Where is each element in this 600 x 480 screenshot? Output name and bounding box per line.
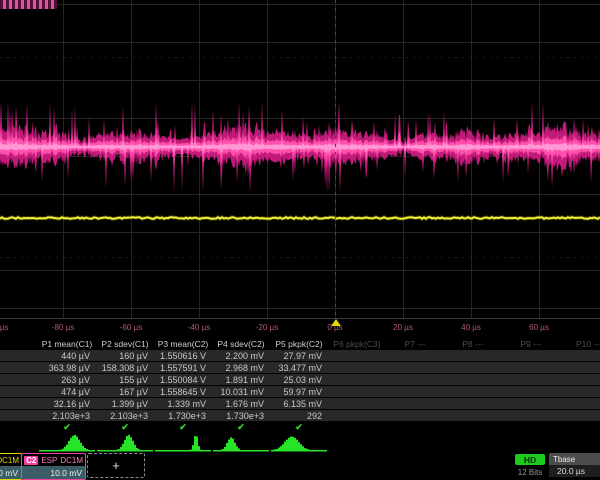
- axis-tick-label: -40 µs: [170, 323, 228, 332]
- axis-tick-label: -60 µs: [102, 323, 160, 332]
- measure-value: 2.200 mV: [212, 351, 270, 361]
- measure-histicon[interactable]: [38, 432, 96, 452]
- measurement-header-row: P1 mean(C1)P2 sdev(C1)P3 mean(C2)P4 sdev…: [0, 337, 600, 350]
- measure-histicon[interactable]: [270, 432, 328, 452]
- measure-column-header[interactable]: P7 ---: [386, 339, 444, 349]
- measure-value: 2.103e+3: [38, 411, 96, 421]
- measure-stat-row: 2.103e+32.103e+31.730e+31.730e+3292: [0, 410, 600, 421]
- measure-stat-row: 32.16 µV1.399 µV1.339 mV1.676 mV6.135 mV: [0, 398, 600, 409]
- time-axis: -100 µs-80 µs-60 µs-40 µs-20 µs0 µs20 µs…: [0, 318, 600, 338]
- timebase-descriptor[interactable]: Tbase 20.0 µs: [549, 453, 600, 478]
- measure-column-header[interactable]: P9 ---: [502, 339, 560, 349]
- measure-value: 1.730e+3: [212, 411, 270, 421]
- measure-value: 167 µV: [96, 387, 154, 397]
- measure-value: 25.03 mV: [270, 375, 328, 385]
- measure-value: 1.891 mV: [212, 375, 270, 385]
- oscilloscope-screen: -100 µs-80 µs-60 µs-40 µs-20 µs0 µs20 µs…: [0, 0, 600, 480]
- measure-value: 263 µV: [38, 375, 96, 385]
- bottom-descriptor-bar: DC1M 10.0 mV C2 ESP DC1M 10.0 mV + HD 12…: [0, 453, 600, 480]
- persistence-row-top: [0, 57, 600, 58]
- measure-value: 474 µV: [38, 387, 96, 397]
- axis-tick-label: -100 µs: [0, 323, 24, 332]
- measurement-stat-rows: 440 µV160 µV1.550616 V2.200 mV27.97 mV36…: [0, 350, 600, 421]
- status-check-icon: ✔: [96, 422, 154, 433]
- waveform-grid[interactable]: [0, 0, 600, 318]
- persistence-row-bottom: [0, 257, 600, 258]
- measure-value: 27.97 mV: [270, 351, 328, 361]
- measure-value: 1.339 mV: [154, 399, 212, 409]
- c2-esp-tag: ESP: [41, 456, 57, 465]
- axis-tick-label: -20 µs: [238, 323, 296, 332]
- measure-column-header[interactable]: P2 sdev(C1): [96, 339, 154, 349]
- timebase-title: Tbase: [549, 453, 600, 465]
- measure-value: 158.308 µV: [96, 363, 154, 373]
- status-check-icon: ✔: [270, 422, 328, 433]
- measure-column-header[interactable]: P5 pkpk(C2): [270, 339, 328, 349]
- measure-column-header[interactable]: P10 ---: [560, 339, 600, 349]
- measure-value: 363.98 µV: [38, 363, 96, 373]
- measure-value: 59.97 mV: [270, 387, 328, 397]
- timebase-value: 20.0 µs: [549, 465, 600, 477]
- axis-tick-label: 60 µs: [510, 323, 568, 332]
- measure-column-header[interactable]: P4 sdev(C2): [212, 339, 270, 349]
- bit-depth-label: 12 Bits: [510, 468, 550, 477]
- measure-histicon[interactable]: [154, 432, 212, 452]
- axis-tick-label: -80 µs: [34, 323, 92, 332]
- c2-coupling-label: DC1M: [60, 456, 83, 465]
- measure-value: 32.16 µV: [38, 399, 96, 409]
- measure-value: 2.103e+3: [96, 411, 154, 421]
- add-trace-button[interactable]: +: [87, 453, 145, 478]
- c2-channel-chip: C2: [24, 456, 38, 465]
- plus-icon: +: [112, 458, 120, 473]
- measure-value: 6.135 mV: [270, 399, 328, 409]
- measure-value: 1.550616 V: [154, 351, 212, 361]
- trigger-time-marker-icon[interactable]: [331, 319, 341, 326]
- status-check-icon: ✔: [212, 422, 270, 433]
- measure-histicon[interactable]: [96, 432, 154, 452]
- measure-stat-row: 474 µV167 µV1.558645 V10.031 mV59.97 mV: [0, 386, 600, 397]
- measure-value: 1.557591 V: [154, 363, 212, 373]
- measurement-status-row: ✔✔✔✔✔: [0, 422, 600, 432]
- histicon-row: [0, 432, 600, 452]
- measure-histicon[interactable]: [212, 432, 270, 452]
- measure-column-header[interactable]: P3 mean(C2): [154, 339, 212, 349]
- measure-value: 33.477 mV: [270, 363, 328, 373]
- trigger-position-line: [335, 0, 336, 318]
- measure-value: 2.968 mV: [212, 363, 270, 373]
- measure-value: 1.399 µV: [96, 399, 154, 409]
- status-check-icon: ✔: [154, 422, 212, 433]
- channel-c1-descriptor[interactable]: DC1M 10.0 mV: [0, 453, 22, 480]
- measure-value: 440 µV: [38, 351, 96, 361]
- measure-column-header[interactable]: P6 pkpk(C3): [328, 339, 386, 349]
- axis-tick-label: 20 µs: [374, 323, 432, 332]
- measure-value: 1.550084 V: [154, 375, 212, 385]
- measure-column-header[interactable]: P8 ---: [444, 339, 502, 349]
- measure-value: 160 µV: [96, 351, 154, 361]
- c1-coupling-label: DC1M: [0, 456, 19, 465]
- measure-value: 1.730e+3: [154, 411, 212, 421]
- status-check-icon: ✔: [38, 422, 96, 433]
- measure-column-header[interactable]: P1 mean(C1): [38, 339, 96, 349]
- measure-value: 1.558645 V: [154, 387, 212, 397]
- scope-traces: [0, 0, 600, 318]
- measure-value: 155 µV: [96, 375, 154, 385]
- axis-tick-label: 40 µs: [442, 323, 500, 332]
- measure-value: 292: [270, 411, 328, 421]
- channel-c2-descriptor[interactable]: C2 ESP DC1M 10.0 mV: [21, 453, 86, 480]
- measure-stat-row: 440 µV160 µV1.550616 V2.200 mV27.97 mV: [0, 350, 600, 361]
- measure-value: 10.031 mV: [212, 387, 270, 397]
- measure-stat-row: 263 µV155 µV1.550084 V1.891 mV25.03 mV: [0, 374, 600, 385]
- measure-stat-row: 363.98 µV158.308 µV1.557591 V2.968 mV33.…: [0, 362, 600, 373]
- c2-scale-value: 10.0 mV: [22, 466, 85, 479]
- c1-scale-value: 10.0 mV: [0, 466, 21, 479]
- trace-annotation-badge: [0, 0, 57, 9]
- measurement-table: P1 mean(C1)P2 sdev(C1)P3 mean(C2)P4 sdev…: [0, 337, 600, 432]
- hd-mode-badge[interactable]: HD: [515, 454, 545, 465]
- measure-value: 1.676 mV: [212, 399, 270, 409]
